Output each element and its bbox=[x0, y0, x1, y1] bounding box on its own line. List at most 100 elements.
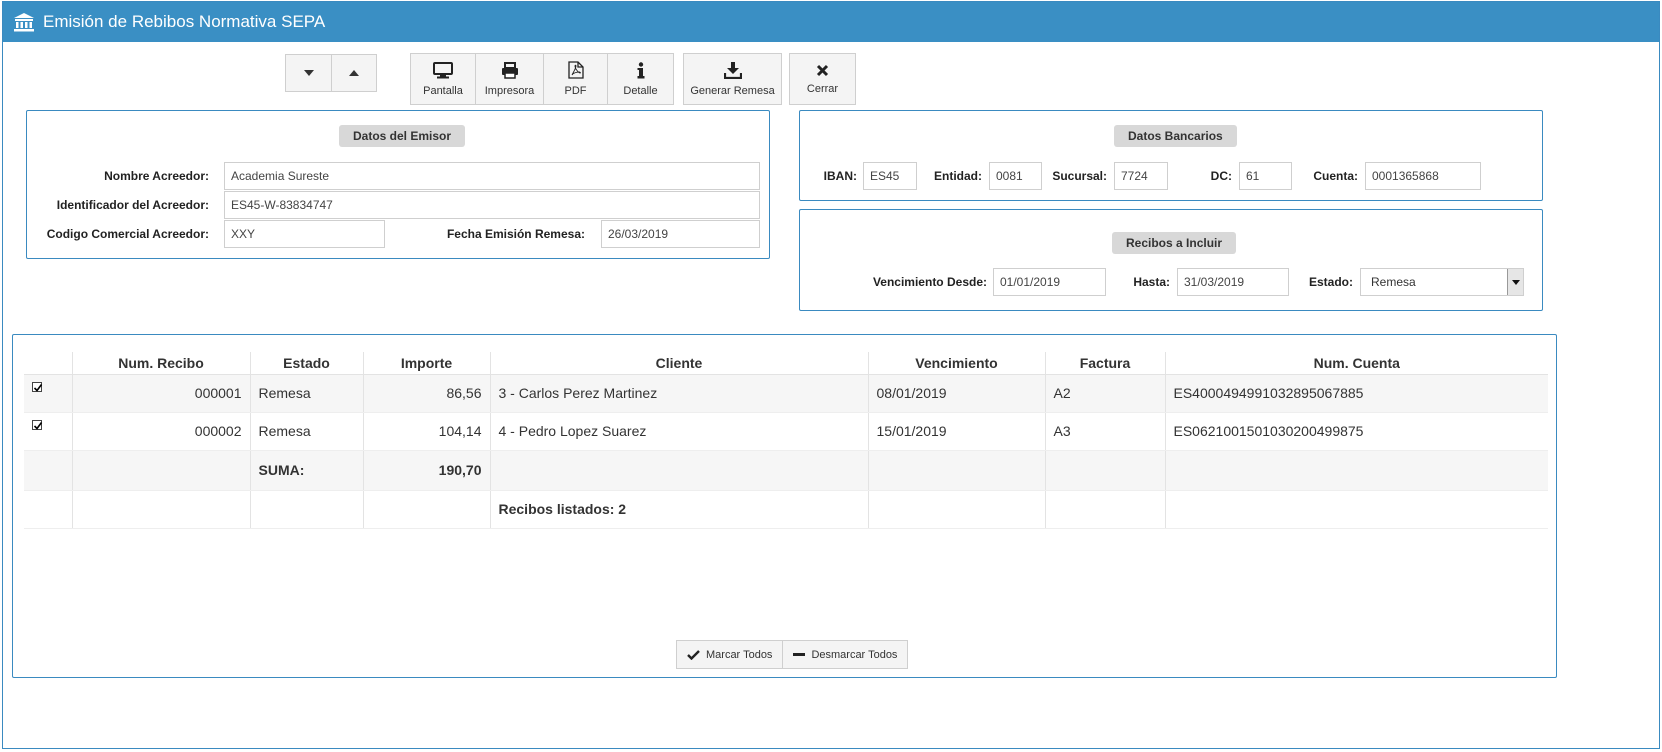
num-recibo-cell: 000001 bbox=[72, 374, 251, 413]
importe-cell: 104,14 bbox=[363, 412, 491, 451]
identificador-label: Identificador del Acreedor: bbox=[56, 198, 209, 212]
marcar-todos-label: Marcar Todos bbox=[706, 648, 773, 661]
check-icon bbox=[687, 649, 700, 660]
sort-button-group bbox=[285, 54, 377, 92]
fecha-emision-field[interactable]: 26/03/2019 bbox=[601, 220, 760, 248]
generar-remesa-button[interactable]: Generar Remesa bbox=[684, 54, 781, 104]
printer-icon bbox=[501, 61, 518, 79]
iban-field[interactable]: ES45 bbox=[863, 162, 917, 190]
col-header-num-recibo[interactable]: Num. Recibo bbox=[72, 352, 251, 375]
row-checkbox[interactable] bbox=[32, 420, 43, 430]
marcar-todos-button[interactable]: Marcar Todos bbox=[677, 641, 784, 668]
impresora-button[interactable]: Impresora bbox=[476, 54, 544, 104]
table-row[interactable]: 000002 Remesa 104,14 4 - Pedro Lopez Sua… bbox=[24, 412, 1548, 451]
row-checkbox-cell bbox=[24, 374, 73, 413]
caret-down-icon bbox=[303, 70, 314, 76]
pantalla-button[interactable]: Pantalla bbox=[411, 54, 476, 104]
col-header-num-cuenta[interactable]: Num. Cuenta bbox=[1165, 352, 1548, 375]
row-checkbox[interactable] bbox=[32, 382, 43, 392]
vencimiento-desde-field[interactable]: 01/01/2019 bbox=[993, 268, 1106, 296]
vencimiento-cell: 08/01/2019 bbox=[868, 374, 1046, 413]
suma-value: 190,70 bbox=[363, 450, 491, 491]
estado-selected-value: Remesa bbox=[1371, 275, 1416, 289]
identificador-acreedor-field[interactable]: ES45-W-83834747 bbox=[224, 191, 760, 219]
suma-row: SUMA: 190,70 bbox=[24, 450, 1548, 491]
estado-cell: Remesa bbox=[250, 412, 364, 451]
dropdown-button[interactable] bbox=[1507, 269, 1523, 295]
window-title: Emisión de Rebibos Normativa SEPA bbox=[43, 12, 326, 31]
col-header-check bbox=[24, 352, 73, 375]
dc-label: DC: bbox=[1210, 169, 1232, 183]
selection-button-group: Marcar Todos Desmarcar Todos bbox=[676, 640, 909, 669]
col-header-vencimiento[interactable]: Vencimiento bbox=[868, 352, 1046, 375]
table-row[interactable]: 000001 Remesa 86,56 3 - Carlos Perez Mar… bbox=[24, 374, 1548, 413]
col-header-importe[interactable]: Importe bbox=[363, 352, 491, 375]
title-bar: Emisión de Rebibos Normativa SEPA bbox=[3, 2, 1659, 42]
check-icon bbox=[33, 384, 43, 392]
recibos-legend: Recibos a Incluir bbox=[1112, 232, 1237, 254]
empty-cell bbox=[363, 490, 491, 529]
codigo-comercial-field[interactable]: XXY bbox=[224, 220, 385, 248]
listados-row: Recibos listados: 2 bbox=[24, 490, 1548, 529]
entidad-label: Entidad: bbox=[934, 169, 982, 183]
bancarios-panel: Datos Bancarios IBAN: ES45 Entidad: 0081… bbox=[799, 110, 1543, 201]
move-down-button[interactable] bbox=[286, 55, 332, 91]
hasta-field[interactable]: 31/03/2019 bbox=[1177, 268, 1289, 296]
num-cuenta-cell: ES0621001501030200499875 bbox=[1165, 412, 1548, 451]
emisor-legend: Datos del Emisor bbox=[339, 125, 466, 147]
cuenta-label: Cuenta: bbox=[1313, 169, 1358, 183]
empty-cell bbox=[1165, 450, 1548, 491]
entidad-field[interactable]: 0081 bbox=[989, 162, 1042, 190]
col-header-cliente[interactable]: Cliente bbox=[490, 352, 869, 375]
factura-cell: A3 bbox=[1045, 412, 1166, 451]
nombre-acreedor-field[interactable]: Academia Sureste bbox=[224, 162, 760, 190]
empty-cell bbox=[72, 450, 251, 491]
output-button-group: Pantalla Impresora PDF Detalle bbox=[410, 53, 674, 105]
download-icon bbox=[723, 61, 742, 79]
cerrar-label: Cerrar bbox=[806, 82, 839, 95]
close-icon bbox=[816, 64, 829, 76]
pantalla-label: Pantalla bbox=[423, 84, 463, 97]
generar-label: Generar Remesa bbox=[690, 84, 775, 97]
recibos-table: Num. Recibo Estado Importe Cliente Venci… bbox=[24, 352, 1548, 529]
pdf-button[interactable]: PDF bbox=[544, 54, 608, 104]
info-icon bbox=[637, 61, 644, 78]
bank-icon bbox=[14, 13, 34, 32]
vencimiento-cell: 15/01/2019 bbox=[868, 412, 1046, 451]
empty-cell bbox=[868, 490, 1046, 529]
cliente-cell: 4 - Pedro Lopez Suarez bbox=[490, 412, 869, 451]
num-recibo-cell: 000002 bbox=[72, 412, 251, 451]
monitor-icon bbox=[433, 61, 453, 78]
empty-cell bbox=[24, 450, 73, 491]
sucursal-label: Sucursal: bbox=[1052, 169, 1107, 183]
estado-select[interactable]: Remesa bbox=[1360, 268, 1524, 296]
col-header-factura[interactable]: Factura bbox=[1045, 352, 1166, 375]
detalle-label: Detalle bbox=[623, 84, 658, 97]
detalle-button[interactable]: Detalle bbox=[608, 54, 673, 104]
empty-cell bbox=[1165, 490, 1548, 529]
cerrar-button[interactable]: Cerrar bbox=[790, 54, 855, 104]
impresora-label: Impresora bbox=[484, 84, 535, 97]
desmarcar-todos-label: Desmarcar Todos bbox=[811, 648, 898, 661]
cuenta-field[interactable]: 0001365868 bbox=[1365, 162, 1481, 190]
empty-cell bbox=[72, 490, 251, 529]
row-checkbox-cell bbox=[24, 412, 73, 451]
sucursal-field[interactable]: 7724 bbox=[1114, 162, 1168, 190]
fecha-emision-label: Fecha Emisión Remesa: bbox=[446, 227, 585, 241]
desmarcar-todos-button[interactable]: Desmarcar Todos bbox=[783, 641, 907, 668]
empty-cell bbox=[490, 450, 869, 491]
emisor-panel: Datos del Emisor Nombre Acreedor: Academ… bbox=[26, 110, 770, 259]
recibos-panel: Recibos a Incluir Vencimiento Desde: 01/… bbox=[799, 209, 1543, 311]
empty-cell bbox=[1045, 450, 1166, 491]
empty-cell bbox=[250, 490, 364, 529]
col-header-estado[interactable]: Estado bbox=[250, 352, 364, 375]
table-header-row: Num. Recibo Estado Importe Cliente Venci… bbox=[24, 352, 1548, 375]
caret-down-icon bbox=[1511, 279, 1520, 285]
importe-cell: 86,56 bbox=[363, 374, 491, 413]
move-up-button[interactable] bbox=[332, 55, 376, 91]
recibos-listados: Recibos listados: 2 bbox=[490, 490, 869, 529]
pdf-label: PDF bbox=[564, 85, 587, 97]
minus-icon bbox=[793, 652, 806, 656]
dc-field[interactable]: 61 bbox=[1239, 162, 1292, 190]
bancarios-legend: Datos Bancarios bbox=[1114, 125, 1237, 147]
